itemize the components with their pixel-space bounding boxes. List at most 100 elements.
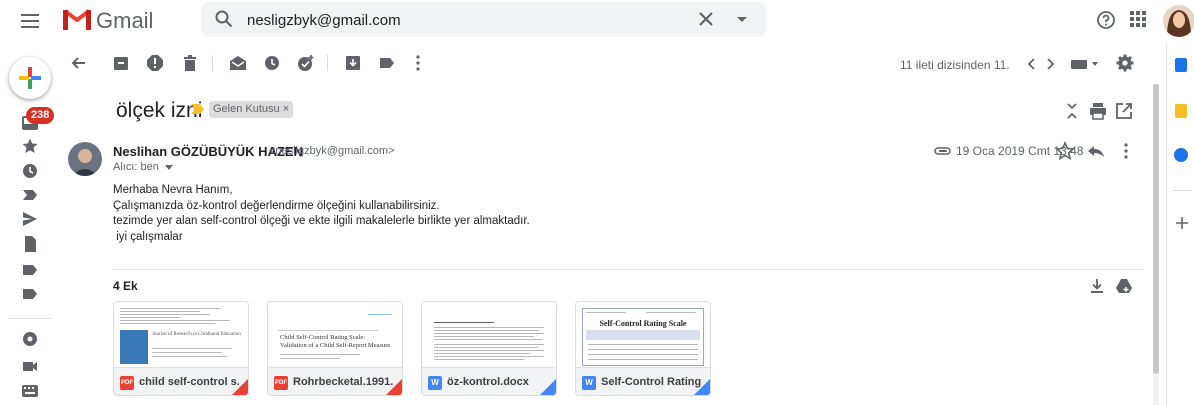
side-panel-separator: [1172, 190, 1192, 191]
journal-cover-image: [120, 330, 148, 364]
body-line: Çalışmanızda öz-kontrol değerlendirme öl…: [113, 199, 440, 212]
snooze-icon[interactable]: [262, 53, 282, 73]
sender-avatar[interactable]: [68, 142, 102, 176]
open-in-new-icon[interactable]: [1114, 101, 1134, 121]
attachments-count: 4 Ek: [113, 279, 138, 293]
video-icon[interactable]: [21, 357, 39, 375]
scrollbar-thumb[interactable]: [1153, 84, 1159, 374]
toolbar-divider: [212, 55, 213, 71]
body-line: iyi çalışmalar: [113, 230, 183, 243]
menu-icon[interactable]: [20, 11, 40, 31]
reply-icon[interactable]: [1086, 141, 1106, 161]
attachment-card[interactable]: Child Self-Control Rating Scale: Validat…: [267, 301, 403, 396]
gmail-logo-icon[interactable]: [63, 7, 91, 31]
attachment-corner: [232, 379, 248, 395]
help-icon[interactable]: [1096, 10, 1116, 30]
attachment-footer: PDF Rohrbecketal.1991...: [268, 367, 402, 395]
print-icon[interactable]: [1088, 101, 1108, 121]
back-arrow-icon[interactable]: [69, 53, 89, 73]
label-icon[interactable]: [21, 261, 39, 279]
thumb-title: Self-Control Rating Scale: [599, 319, 687, 328]
hangouts-icon[interactable]: [21, 331, 39, 349]
inbox-unread-badge: 238: [26, 107, 55, 124]
send-icon[interactable]: [21, 210, 39, 228]
attachment-preview: Journal of Research in Childhood Educati…: [114, 302, 248, 367]
more-vert-icon[interactable]: [408, 53, 428, 73]
word-doc-icon: W: [428, 376, 442, 390]
attachment-preview: Child Self-Control Rating Scale: Validat…: [268, 302, 402, 367]
form-header-bar: [586, 330, 700, 340]
recipient-label: Alıcı: ben: [113, 161, 159, 173]
attachment-icon: [934, 145, 952, 157]
toolbar-divider: [327, 55, 328, 71]
attachment-preview: Self-Control Rating Scale: [576, 302, 710, 367]
keyboard-icon[interactable]: [21, 382, 39, 400]
thumb-title: Journal of Research in Childhood Educati…: [152, 332, 241, 337]
search-bar[interactable]: [201, 2, 766, 37]
sender-email: <nesligzbyk@gmail.com>: [269, 145, 395, 157]
inbox-label-chip[interactable]: Gelen Kutusu ×: [209, 101, 294, 118]
search-options-chevron-down-icon[interactable]: [737, 17, 747, 23]
thread-subject: ölçek izni: [116, 99, 203, 122]
attachment-footer: PDF child self-control s...: [114, 367, 248, 395]
pdf-icon: PDF: [274, 376, 288, 390]
account-avatar[interactable]: [1163, 5, 1194, 37]
input-tools-keyboard-icon[interactable]: [1070, 56, 1100, 72]
star-icon[interactable]: [21, 137, 39, 155]
attachment-corner: [386, 379, 402, 395]
attachment-footer: W öz-kontrol.docx: [422, 367, 556, 395]
label-icon[interactable]: [377, 53, 397, 73]
attachment-preview: [422, 302, 556, 367]
draft-icon[interactable]: [21, 235, 39, 253]
move-to-icon[interactable]: [343, 53, 363, 73]
side-panel-divider: [1166, 44, 1167, 405]
app-header: Gmail: [0, 0, 1194, 42]
compose-button[interactable]: [9, 57, 51, 99]
close-icon[interactable]: [698, 11, 714, 27]
star-icon[interactable]: [1055, 141, 1075, 161]
search-icon[interactable]: [215, 10, 233, 28]
message-body: Merhaba Nevra Hanım, Çalışmanızda öz-kon…: [113, 183, 530, 245]
search-input[interactable]: [247, 9, 667, 31]
snoozed-clock-icon[interactable]: [21, 162, 39, 180]
settings-icon[interactable]: [1115, 53, 1135, 73]
importance-icon[interactable]: [191, 103, 205, 115]
attachment-card[interactable]: Journal of Research in Childhood Educati…: [113, 301, 249, 396]
attachment-card[interactable]: Self-Control Rating Scale W Self-Control…: [575, 301, 711, 396]
archive-icon[interactable]: [111, 53, 131, 73]
report-spam-icon[interactable]: [145, 53, 165, 73]
delete-icon[interactable]: [180, 53, 200, 73]
body-line: Merhaba Nevra Hanım,: [113, 184, 233, 196]
attachment-name: Self-Control Rating...: [601, 376, 701, 388]
add-addon-icon[interactable]: [1176, 217, 1188, 229]
pdf-icon: PDF: [120, 376, 134, 390]
keep-icon[interactable]: [1175, 104, 1187, 118]
attachment-footer: W Self-Control Rating...: [576, 367, 710, 395]
label-icon[interactable]: [21, 285, 39, 303]
apps-icon[interactable]: [1130, 11, 1146, 27]
app-name: Gmail: [96, 8, 154, 33]
chevron-right-icon[interactable]: [1040, 54, 1060, 74]
attachment-card[interactable]: W öz-kontrol.docx: [421, 301, 557, 396]
thumb-title: Child Self-Control Rating Scale: Validat…: [280, 334, 391, 349]
collapse-icon[interactable]: [1062, 101, 1082, 121]
calendar-icon[interactable]: [1175, 58, 1187, 72]
attachment-name: Rohrbecketal.1991...: [293, 376, 393, 388]
rail-divider: [8, 318, 52, 319]
more-vert-icon[interactable]: [1116, 141, 1136, 161]
mark-unread-icon[interactable]: [228, 53, 248, 73]
chevron-down-icon[interactable]: [164, 164, 173, 170]
attachment-corner: [694, 379, 710, 395]
tasks-icon[interactable]: [1174, 148, 1188, 162]
chevron-left-icon[interactable]: [1022, 54, 1042, 74]
attachment-corner: [540, 379, 556, 395]
save-to-drive-icon[interactable]: [1114, 276, 1134, 296]
pagination-text: 11 ileti dizisinden 11.: [900, 58, 1010, 72]
download-icon[interactable]: [1087, 276, 1107, 296]
attachment-name: öz-kontrol.docx: [447, 376, 529, 388]
body-line: tezimde yer alan self-control ölçeği ve …: [113, 215, 530, 227]
attachments-divider: [113, 269, 1143, 270]
important-icon[interactable]: [21, 186, 39, 204]
recipient-details[interactable]: Alıcı: ben: [113, 161, 173, 173]
add-to-tasks-icon[interactable]: [296, 53, 316, 73]
